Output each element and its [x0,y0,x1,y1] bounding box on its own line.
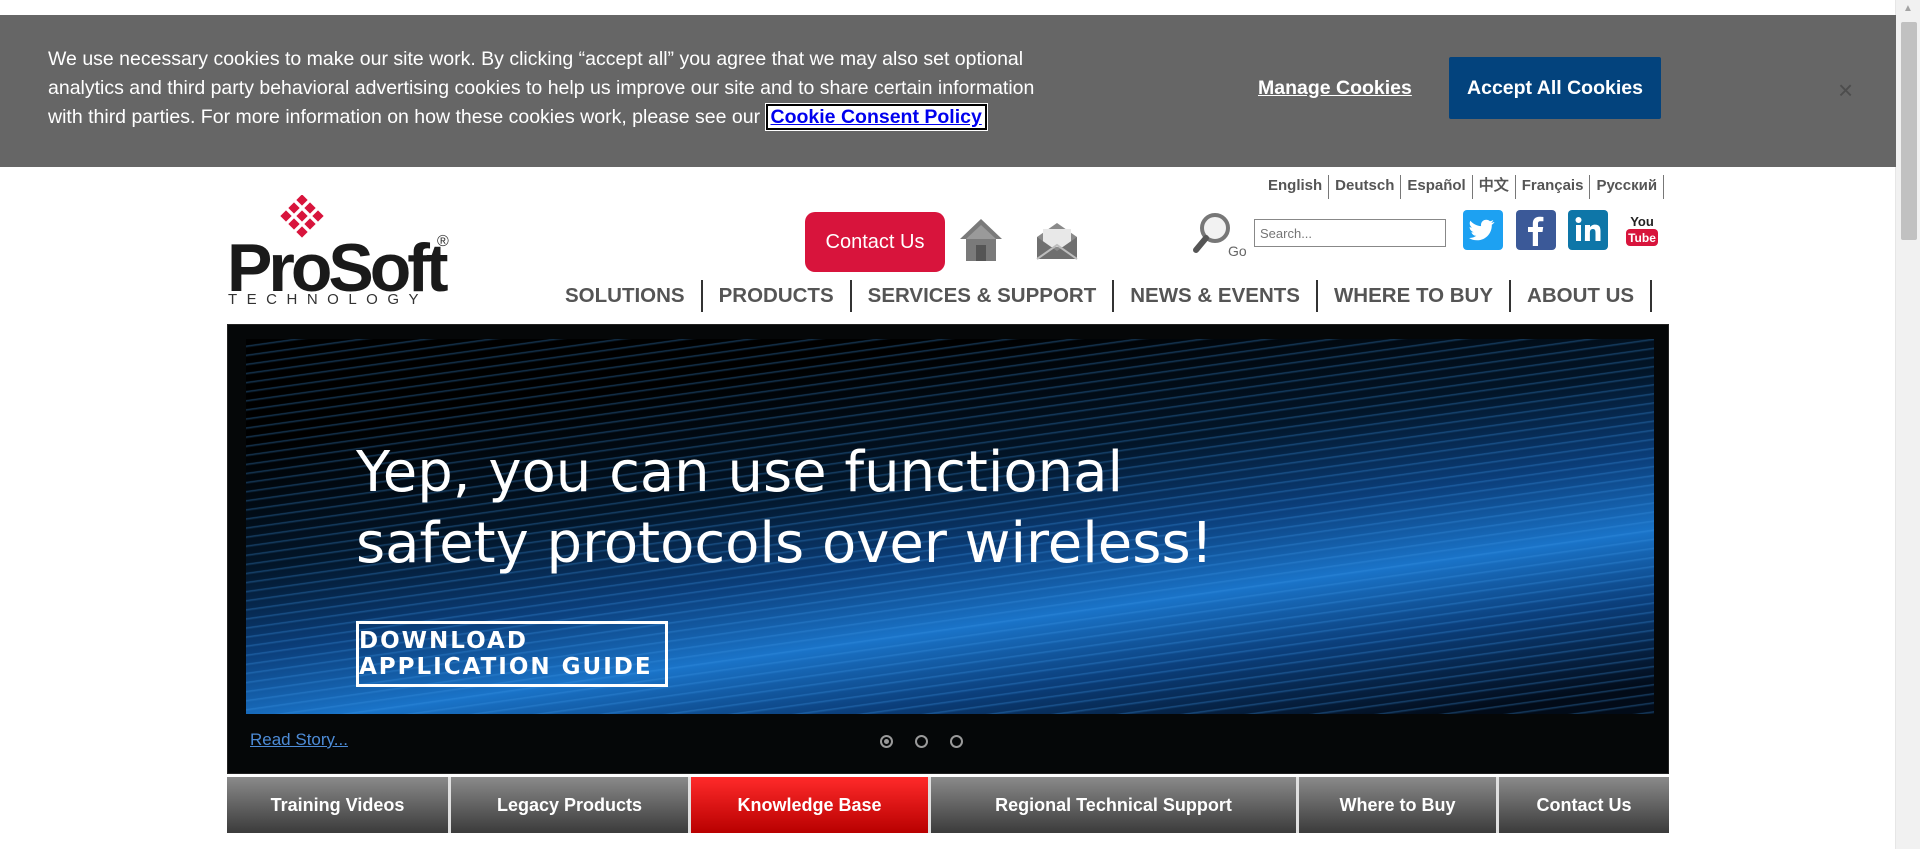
prosoft-logo[interactable]: ProSoft ® TECHNOLOGY [227,195,457,310]
youtube-icon[interactable]: You Tube [1622,210,1662,250]
contact-us-button[interactable]: Contact Us [805,212,945,272]
slide-dot-1[interactable] [880,735,893,748]
quick-links-bar: Training Videos Legacy Products Knowledg… [227,777,1669,833]
hero-title-line-2: safety protocols over wireless! [356,511,1214,576]
download-guide-button[interactable]: DOWNLOAD APPLICATION GUIDE [356,621,668,687]
linkedin-icon[interactable] [1568,210,1608,250]
nav-where-to-buy[interactable]: WHERE TO BUY [1324,280,1512,312]
nav-solutions[interactable]: SOLUTIONS [555,280,703,312]
page-scrollbar[interactable]: ▲ [1895,0,1920,849]
lang-russian[interactable]: Русский [1590,175,1665,199]
hero-image[interactable]: Yep, you can use functional safety proto… [246,339,1654,714]
lang-espanol[interactable]: Español [1401,175,1473,199]
hero-slider: Yep, you can use functional safety proto… [227,324,1669,774]
lang-chinese[interactable]: 中文 [1473,175,1516,199]
hero-title-line-1: Yep, you can use functional [356,440,1124,505]
twitter-icon[interactable] [1463,210,1503,250]
nav-news-events[interactable]: NEWS & EVENTS [1120,280,1318,312]
knowledge-base-link[interactable]: Knowledge Base [691,777,931,833]
cookie-message: We use necessary cookies to make our sit… [48,45,1058,132]
logo-tagline: TECHNOLOGY [228,291,429,308]
facebook-icon[interactable] [1516,210,1556,250]
nav-about-us[interactable]: ABOUT US [1517,280,1653,312]
accept-all-cookies-button[interactable]: Accept All Cookies [1449,57,1661,119]
scroll-up-icon[interactable]: ▲ [1896,0,1920,18]
lang-francais[interactable]: Français [1516,175,1591,199]
svg-text:You: You [1630,214,1654,229]
lang-deutsch[interactable]: Deutsch [1329,175,1402,199]
cookie-banner: We use necessary cookies to make our sit… [0,15,1896,167]
close-icon[interactable]: × [1838,77,1853,103]
slide-dot-3[interactable] [950,735,963,748]
contact-us-link[interactable]: Contact Us [1499,777,1669,833]
language-selector: English Deutsch Español 中文 Français Русс… [1262,175,1665,199]
nav-services-support[interactable]: SERVICES & SUPPORT [858,280,1115,312]
regional-technical-support-link[interactable]: Regional Technical Support [931,777,1299,833]
nav-products[interactable]: PRODUCTS [709,280,852,312]
search-input[interactable] [1254,219,1446,247]
training-videos-link[interactable]: Training Videos [227,777,451,833]
read-story-link[interactable]: Read Story... [250,730,348,750]
slide-dot-2[interactable] [915,735,928,748]
where-to-buy-link[interactable]: Where to Buy [1299,777,1499,833]
logo-registered: ® [437,233,449,250]
slider-dots [880,735,963,748]
search-icon[interactable]: Go [1193,210,1251,258]
manage-cookies-link[interactable]: Manage Cookies [1258,77,1412,100]
hero-title: Yep, you can use functional safety proto… [356,437,1213,579]
mail-icon[interactable] [1033,217,1081,265]
legacy-products-link[interactable]: Legacy Products [451,777,691,833]
cookie-policy-link[interactable]: Cookie Consent Policy [764,103,988,131]
lang-english[interactable]: English [1262,175,1330,199]
search-go-label: Go [1228,243,1247,258]
main-navigation: SOLUTIONS PRODUCTS SERVICES & SUPPORT NE… [555,280,1658,312]
scroll-thumb[interactable] [1901,22,1917,240]
svg-text:Tube: Tube [1628,231,1656,245]
home-icon[interactable] [958,215,1004,267]
